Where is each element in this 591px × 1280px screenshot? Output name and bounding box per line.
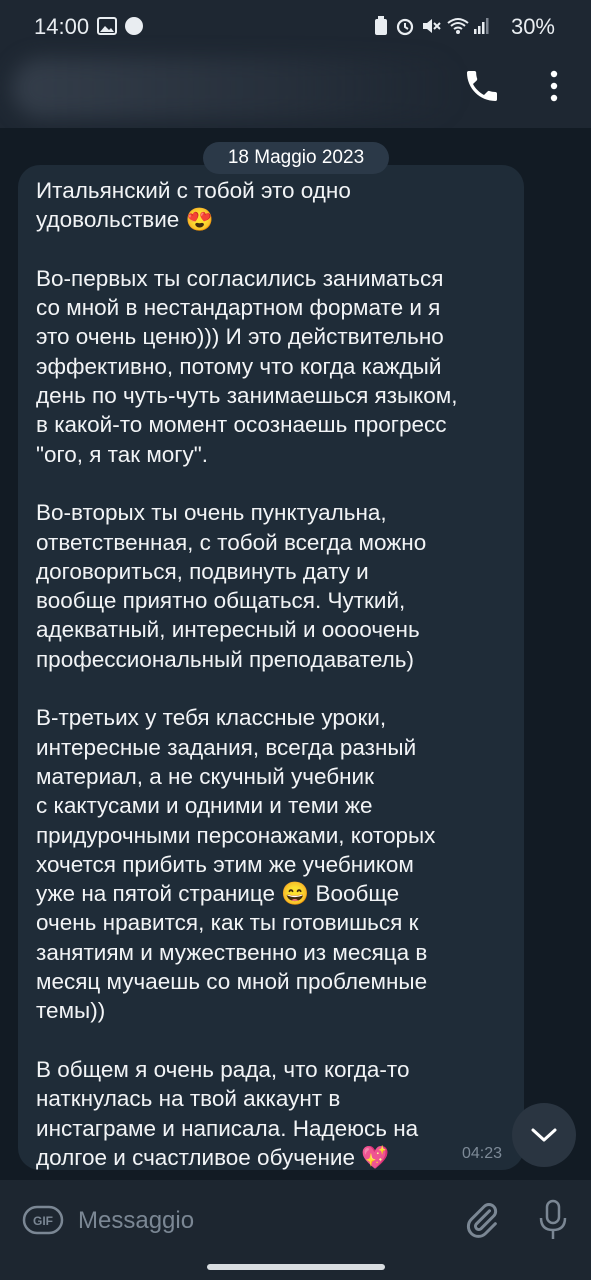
more-vert-icon [550,70,558,102]
status-time: 14:00 [34,14,90,39]
wifi-icon [446,16,470,36]
phone-icon [467,71,497,101]
status-bar: 14:00 30% [0,0,591,54]
svg-text:GIF: GIF [33,1214,53,1228]
date-separator: 18 Maggio 2023 [203,142,389,174]
scroll-down-button[interactable] [512,1103,576,1167]
message-text: Итальянский с тобой это одно удовольстви… [36,178,458,1170]
microphone-icon [539,1199,567,1239]
message-time: 04:23 [462,1145,503,1162]
contact-info-blurred[interactable] [12,58,462,118]
signal-icon [472,16,490,36]
paperclip-icon [466,1203,498,1238]
mute-icon [420,16,442,36]
message-input[interactable]: Messaggio [78,1207,194,1235]
home-indicator[interactable] [207,1264,385,1270]
phone-call-button[interactable] [462,66,502,106]
image-icon [96,16,118,36]
battery-percent: 30% [510,14,555,39]
microphone-button[interactable] [536,1198,570,1242]
battery-saver-icon [372,16,390,36]
gif-button[interactable]: GIF [22,1205,64,1235]
chat-header [0,54,591,128]
alarm-icon [394,16,416,36]
gif-icon: GIF [22,1205,64,1235]
more-options-button[interactable] [538,66,570,106]
chevron-down-icon [531,1128,557,1142]
wear-icon [122,16,146,36]
attach-button[interactable] [462,1200,502,1240]
